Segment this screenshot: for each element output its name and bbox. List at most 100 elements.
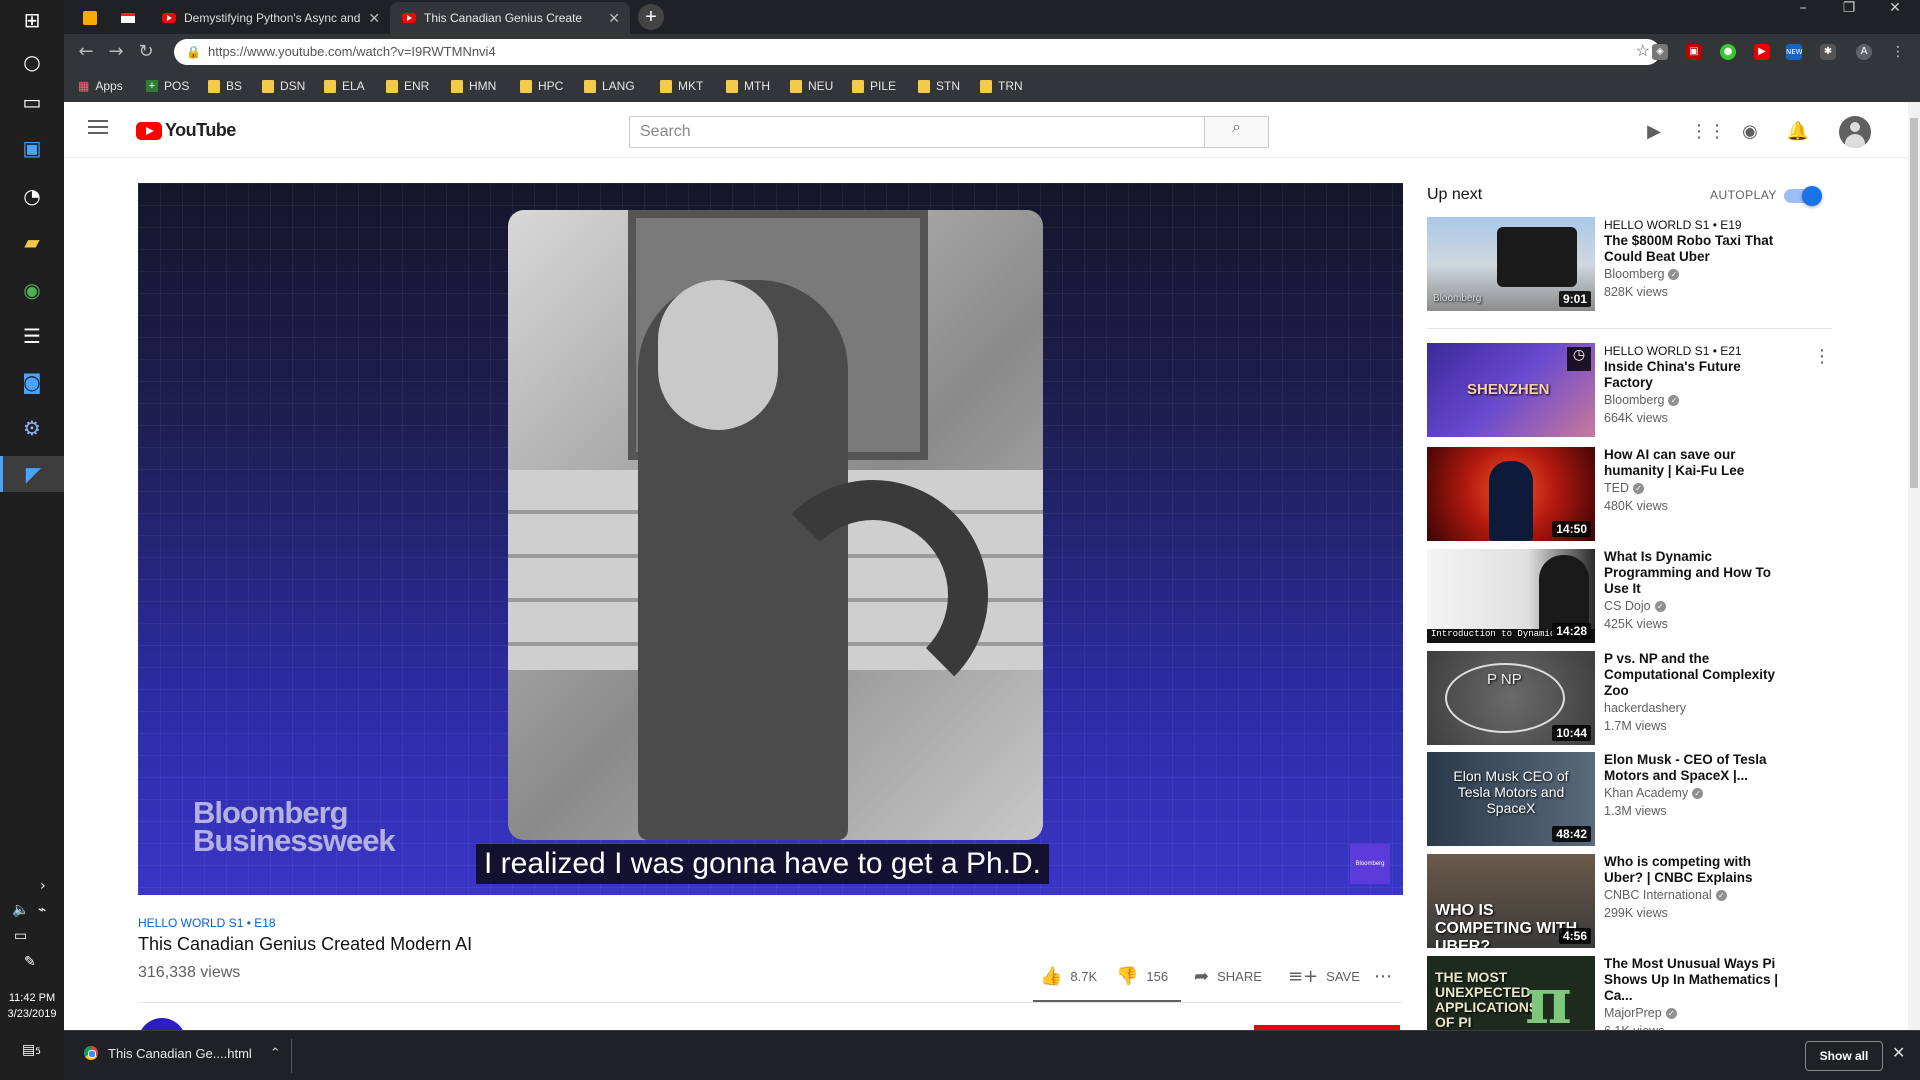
bookmark-folder-bs[interactable]: BS <box>208 70 242 102</box>
tab-keep[interactable] <box>72 2 108 34</box>
file-explorer-icon[interactable]: ▰ <box>14 224 50 260</box>
bookmark-folder-ela[interactable]: ELA <box>324 70 365 102</box>
recommendation-item[interactable]: Introduction to Dynamic Prog 14:28 What … <box>1427 549 1782 643</box>
close-tab-icon[interactable]: ✕ <box>368 2 380 34</box>
rec-title[interactable]: P vs. NP and the Computational Complexit… <box>1604 651 1782 699</box>
tab-gmail[interactable] <box>110 2 146 34</box>
restore-icon[interactable]: ❐ <box>1826 0 1872 30</box>
search-button[interactable]: ⌕ <box>1205 116 1269 148</box>
video-thumbnail[interactable]: THE MOST UNEXPECTED APPLICATIONS OF PI π <box>1427 956 1595 1030</box>
recommendation-item[interactable]: THE MOST UNEXPECTED APPLICATIONS OF PI π… <box>1427 956 1782 1030</box>
channel-avatar[interactable] <box>138 1018 186 1030</box>
share-button[interactable]: ➦ SHARE <box>1194 964 1262 988</box>
bookmark-folder-trn[interactable]: TRN <box>980 70 1023 102</box>
extension-youtube-icon[interactable]: ▶ <box>1754 44 1770 60</box>
notifications-bell-icon[interactable]: 🔔 <box>1786 120 1810 144</box>
rec-title[interactable]: What Is Dynamic Programming and How To U… <box>1604 549 1782 597</box>
video-player[interactable]: Bloomberg Businessweek I realized I was … <box>138 183 1403 895</box>
rec-channel[interactable]: hackerdashery <box>1604 701 1686 715</box>
chrome-menu-icon[interactable]: ⋮ <box>1890 44 1906 60</box>
more-actions-button[interactable]: ⋯ <box>1374 964 1392 988</box>
tray-expand-icon[interactable]: › <box>40 878 46 894</box>
rec-title[interactable]: The $800M Robo Taxi That Could Beat Uber <box>1604 233 1782 265</box>
new-tab-button[interactable]: + <box>638 4 664 30</box>
avatar[interactable] <box>1839 116 1871 148</box>
bookmark-folder-neu[interactable]: NEU <box>790 70 833 102</box>
video-thumbnail[interactable]: P NP 10:44 <box>1427 651 1595 745</box>
app-list-icon[interactable]: ☰ <box>14 318 50 354</box>
bookmark-folder-stn[interactable]: STN <box>918 70 960 102</box>
messages-icon[interactable]: ◉ <box>1738 120 1762 144</box>
search-input[interactable]: Search <box>629 116 1205 148</box>
vscode-icon[interactable]: ◤ <box>0 456 64 492</box>
rec-title[interactable]: Elon Musk - CEO of Tesla Motors and Spac… <box>1604 752 1782 784</box>
video-thumbnail[interactable]: WHO IS COMPETING WITH UBER? 4:56 <box>1427 854 1595 948</box>
app-camera-icon[interactable]: ◙ <box>14 364 50 400</box>
video-thumbnail[interactable]: Bloomberg 9:01 <box>1427 217 1595 311</box>
recommendation-item[interactable]: Elon Musk CEO of Tesla Motors and SpaceX… <box>1427 752 1782 846</box>
display-icon[interactable]: ▭ <box>14 928 27 944</box>
video-thumbnail[interactable]: 14:50 <box>1427 447 1595 541</box>
video-thumbnail[interactable]: SHENZHEN ◷ <box>1427 343 1595 437</box>
bookmark-apps[interactable]: ▦ Apps <box>78 70 123 102</box>
bookmark-folder-enr[interactable]: ENR <box>386 70 429 102</box>
extension-green-icon[interactable]: ● <box>1720 44 1736 60</box>
autoplay-toggle[interactable] <box>1784 186 1822 206</box>
taskbar-clock[interactable]: 11:42 PM 3/23/2019 <box>0 990 64 1022</box>
watch-later-clock-icon[interactable]: ◷ <box>1567 347 1591 371</box>
rec-channel[interactable]: CNBC International <box>1604 888 1712 902</box>
bookmark-folder-mkt[interactable]: MKT <box>660 70 703 102</box>
bookmark-folder-lang[interactable]: LANG <box>584 70 635 102</box>
video-thumbnail[interactable]: Introduction to Dynamic Prog 14:28 <box>1427 549 1595 643</box>
save-button[interactable]: ≡+ SAVE <box>1288 964 1360 988</box>
create-video-icon[interactable]: ▶ <box>1642 120 1666 144</box>
reload-icon[interactable]: ↻ <box>134 40 158 64</box>
rec-channel[interactable]: Bloomberg <box>1604 393 1664 407</box>
extension-new-icon[interactable]: NEW <box>1786 44 1803 60</box>
rec-title[interactable]: Inside China's Future Factory <box>1604 359 1782 391</box>
channel-branding-badge[interactable]: Bloomberg <box>1350 844 1390 884</box>
windows-start-icon[interactable]: ⊞ <box>14 2 50 38</box>
tab-canadian-genius[interactable]: This Canadian Genius Create ✕ <box>390 2 630 34</box>
back-icon[interactable]: ← <box>74 40 98 64</box>
tab-python-async[interactable]: Demystifying Python's Async and ✕ <box>150 2 390 34</box>
video-hashtags[interactable]: HELLO WORLD S1 • E18 <box>138 916 276 930</box>
scrollbar-thumb[interactable] <box>1910 118 1918 488</box>
close-window-icon[interactable]: ✕ <box>1872 0 1918 30</box>
network-icon[interactable]: ⌁ <box>38 902 46 918</box>
bookmark-folder-hpc[interactable]: HPC <box>520 70 563 102</box>
bookmark-folder-hmn[interactable]: HMN <box>451 70 496 102</box>
more-vertical-icon[interactable]: ⋮ <box>1813 348 1831 366</box>
chevron-up-icon[interactable]: ⌃ <box>270 1045 281 1061</box>
rec-channel[interactable]: CS Dojo <box>1604 599 1651 613</box>
bookmark-folder-mth[interactable]: MTH <box>726 70 770 102</box>
show-all-button[interactable]: Show all <box>1805 1041 1883 1071</box>
address-bar[interactable]: 🔒 https://www.youtube.com/watch?v=I9RWTM… <box>174 39 1660 65</box>
rec-title[interactable]: The Most Unusual Ways Pi Shows Up In Mat… <box>1604 956 1782 1004</box>
extension-red-icon[interactable]: ▣ <box>1686 44 1702 60</box>
volume-icon[interactable]: 🔈 <box>12 902 29 918</box>
recommendation-item[interactable]: Bloomberg 9:01 HELLO WORLD S1 • E19 The … <box>1427 217 1782 311</box>
rec-title[interactable]: How AI can save our humanity | Kai-Fu Le… <box>1604 447 1782 479</box>
profile-icon[interactable]: A <box>1856 44 1872 60</box>
youtube-logo[interactable]: YouTube <box>136 120 236 141</box>
menu-icon[interactable] <box>88 120 108 134</box>
steam-icon[interactable]: ⚙ <box>14 410 50 446</box>
rec-title[interactable]: Who is competing with Uber? | CNBC Expla… <box>1604 854 1782 886</box>
close-tab-icon[interactable]: ✕ <box>608 2 620 34</box>
minimize-icon[interactable]: – <box>1780 0 1826 30</box>
close-icon[interactable]: ✕ <box>1892 1043 1905 1062</box>
apps-grid-icon[interactable]: ⋮⋮ <box>1690 120 1726 144</box>
rec-channel[interactable]: TED <box>1604 481 1629 495</box>
recommendation-item[interactable]: 14:50 How AI can save our humanity | Kai… <box>1427 447 1782 541</box>
bookmark-folder-pile[interactable]: PILE <box>852 70 896 102</box>
pen-icon[interactable]: ✎ <box>24 954 36 970</box>
extension-gear-icon[interactable]: ✱ <box>1820 44 1836 60</box>
download-item[interactable]: This Canadian Ge....html ⌃ <box>84 1045 281 1061</box>
rec-channel[interactable]: MajorPrep <box>1604 1006 1662 1020</box>
bookmark-star-icon[interactable]: ☆ <box>1636 39 1650 65</box>
rec-channel[interactable]: Khan Academy <box>1604 786 1688 800</box>
dislike-button[interactable]: 👎 156 <box>1116 964 1168 988</box>
app-clock-icon[interactable]: ◔ <box>14 178 50 214</box>
like-button[interactable]: 👍 8.7K <box>1040 964 1097 988</box>
